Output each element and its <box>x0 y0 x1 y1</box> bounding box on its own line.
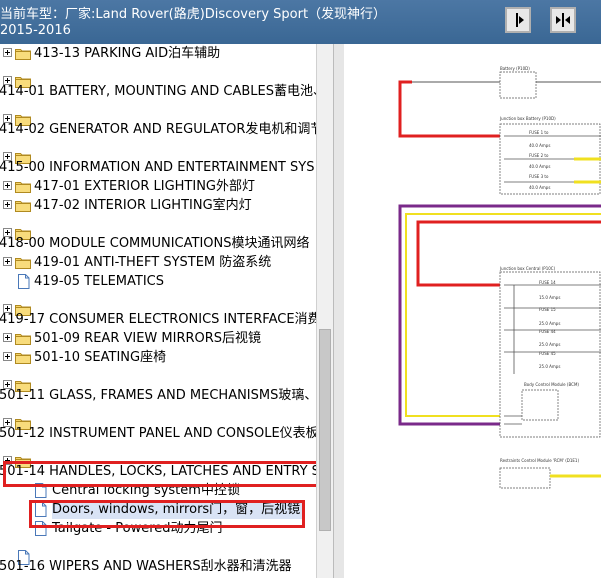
diagram-label: Restraints Control Module 'RCM' (D1E1) <box>500 458 579 463</box>
svg-text:FUSE 3 to: FUSE 3 to <box>529 174 549 179</box>
folder-icon <box>15 351 31 364</box>
tree-item-label: 418-00 MODULE COMMUNICATIONS模块通讯网络 <box>0 236 310 251</box>
highlight-box <box>29 500 305 528</box>
tree-item-419-05[interactable]: 419-05 TELEMATICS <box>0 272 316 291</box>
svg-text:FUSE 1 to: FUSE 1 to <box>529 130 549 135</box>
tree-item-501-09[interactable]: 501-09 REAR VIEW MIRRORS后视镜 <box>0 329 316 348</box>
tree-item-414-01[interactable]: 414-01 BATTERY, MOUNTING AND CABLES蓄电池、 <box>0 82 316 101</box>
tree-item-label: 415-00 INFORMATION AND ENTERTAINMENT SYS <box>0 160 315 175</box>
diagram-label: Junction box Central (P10C) <box>499 266 556 271</box>
folder-icon <box>15 256 31 269</box>
tree-item-label: 501-09 REAR VIEW MIRRORS后视镜 <box>34 331 262 346</box>
svg-text:40.0 Amps: 40.0 Amps <box>529 185 550 190</box>
folder-icon <box>15 47 31 60</box>
tree-item-501-10[interactable]: 501-10 SEATING座椅 <box>0 348 316 367</box>
scroll-thumb[interactable] <box>319 329 331 531</box>
svg-text:Body Control Module (BCM): Body Control Module (BCM) <box>524 382 579 387</box>
svg-text:FUSE 2 to: FUSE 2 to <box>529 153 549 158</box>
expand-toggle-icon[interactable] <box>3 200 12 209</box>
svg-text:FUSE 14: FUSE 14 <box>539 280 556 285</box>
diagram-label: Battery (P10D) <box>500 66 530 71</box>
expand-toggle-icon[interactable] <box>3 181 12 190</box>
expand-toggle-icon[interactable] <box>3 352 12 361</box>
tree-item-label: 501-16 WIPERS AND WASHERS刮水器和清洗器 <box>0 559 292 574</box>
diagram-label: Junction box Battery (P10D) <box>499 116 556 121</box>
tree-item-417-01[interactable]: 417-01 EXTERIOR LIGHTING外部灯 <box>0 177 316 196</box>
tree-item-418-00[interactable]: 418-00 MODULE COMMUNICATIONS模块通讯网络 <box>0 234 316 253</box>
svg-text:25.0 Amps: 25.0 Amps <box>539 342 560 347</box>
tree-item-501-11[interactable]: 501-11 GLASS, FRAMES AND MECHANISMS玻璃、 <box>0 386 316 405</box>
expand-arrows-icon <box>516 13 524 27</box>
svg-text:40.0 Amps: 40.0 Amps <box>529 164 550 169</box>
svg-text:25.0 Amps: 25.0 Amps <box>539 364 560 369</box>
highlight-box <box>3 461 316 487</box>
expand-toggle-icon[interactable] <box>3 333 12 342</box>
tree-item-label: 419-01 ANTI-THEFT SYSTEM 防盗系统 <box>34 255 272 270</box>
tree-item-419-17[interactable]: 419-17 CONSUMER ELECTRONICS INTERFACE消费 <box>0 310 316 329</box>
tree-item-label: 501-10 SEATING座椅 <box>34 350 167 365</box>
tree-item-label: 417-01 EXTERIOR LIGHTING外部灯 <box>34 179 255 194</box>
tree-item-417-02[interactable]: 417-02 INTERIOR LIGHTING室内灯 <box>0 196 316 215</box>
svg-text:40.0 Amps: 40.0 Amps <box>529 143 550 148</box>
tree-item-label: 417-02 INTERIOR LIGHTING室内灯 <box>34 198 252 213</box>
tree-item-label: 419-05 TELEMATICS <box>34 274 164 289</box>
collapse-button[interactable] <box>550 7 576 33</box>
tree-item-label: 414-01 BATTERY, MOUNTING AND CABLES蓄电池、 <box>0 84 316 99</box>
title-bar: 当前车型：厂家:Land Rover(路虎)Discovery Sport（发现… <box>0 0 601 44</box>
folder-icon <box>15 199 31 212</box>
collapse-arrows-icon <box>556 13 570 27</box>
svg-text:25.0 Amps: 25.0 Amps <box>539 321 560 326</box>
wiring-diagram: Battery (P10D) Junction box Battery (P10… <box>344 44 601 578</box>
folder-icon <box>15 180 31 193</box>
tree-item-501-12[interactable]: 501-12 INSTRUMENT PANEL AND CONSOLE仪表板 <box>0 424 316 443</box>
tree-view[interactable]: 413-13 PARKING AID泊车辅助 414-01 BATTERY, MO… <box>0 44 316 578</box>
document-icon <box>17 274 30 289</box>
expand-button[interactable] <box>505 7 531 33</box>
tree-item-label: 413-13 PARKING AID泊车辅助 <box>34 46 221 61</box>
tree-item-414-02[interactable]: 414-02 GENERATOR AND REGULATOR发电机和调节 <box>0 120 316 139</box>
tree-item-501-16[interactable]: 501-16 WIPERS AND WASHERS刮水器和清洗器 <box>0 557 316 576</box>
expand-toggle-icon[interactable] <box>3 257 12 266</box>
tree-item-label: 501-12 INSTRUMENT PANEL AND CONSOLE仪表板 <box>0 426 316 441</box>
expand-toggle-icon[interactable] <box>3 48 12 57</box>
tree-item-label: 501-11 GLASS, FRAMES AND MECHANISMS玻璃、 <box>0 388 316 403</box>
tree-item-label: 414-02 GENERATOR AND REGULATOR发电机和调节 <box>0 122 316 137</box>
window-title: 当前车型：厂家:Land Rover(路虎)Discovery Sport（发现… <box>0 7 387 38</box>
tree-item-label: 419-17 CONSUMER ELECTRONICS INTERFACE消费 <box>0 312 316 327</box>
tree-item-415-00[interactable]: 415-00 INFORMATION AND ENTERTAINMENT SYS <box>0 158 316 177</box>
svg-text:15.0 Amps: 15.0 Amps <box>539 295 560 300</box>
tree-scrollbar[interactable] <box>316 44 333 578</box>
wiring-diagram-svg: Battery (P10D) Junction box Battery (P10… <box>398 66 601 489</box>
tree-item-413-13[interactable]: 413-13 PARKING AID泊车辅助 <box>0 44 316 63</box>
folder-icon <box>15 332 31 345</box>
tree-item-419-01[interactable]: 419-01 ANTI-THEFT SYSTEM 防盗系统 <box>0 253 316 272</box>
